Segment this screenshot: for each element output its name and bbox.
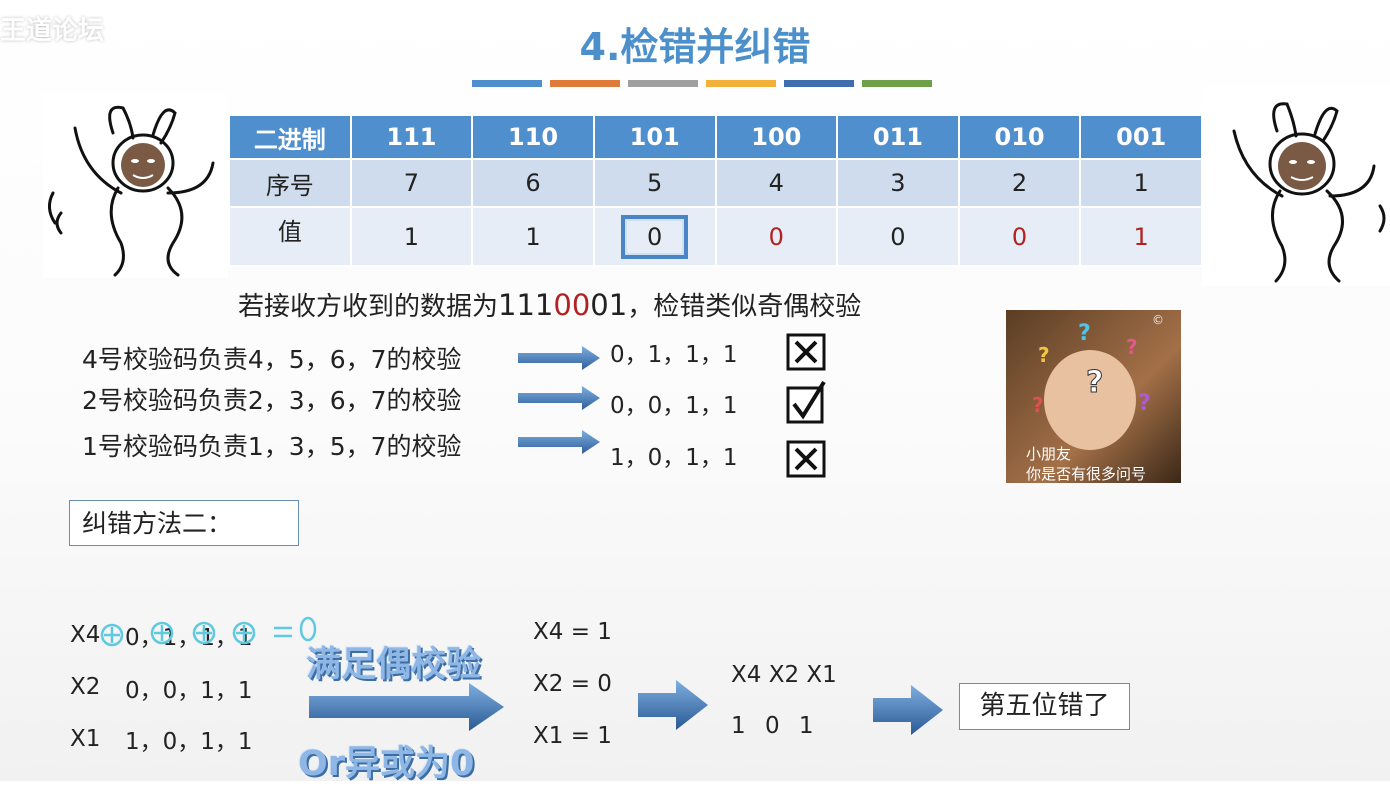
handwritten-xor-annotation-icon	[100, 616, 317, 647]
table-cell: 1	[349, 206, 474, 267]
method-label-box: 纠错方法二：	[69, 500, 299, 546]
check-box-icon	[786, 380, 826, 424]
color-bar-4	[706, 80, 776, 87]
arrow-right-icon	[638, 680, 708, 730]
arrow-right-icon	[518, 430, 600, 454]
xor-row-label: X2	[70, 674, 101, 700]
check-result-2: 0，0，1，1	[610, 393, 738, 419]
color-bar-3	[628, 80, 698, 87]
svg-text:?: ?	[1078, 321, 1091, 346]
slide-title: 4.检错并纠错	[579, 25, 811, 69]
equation-x2: X2 = 0	[533, 671, 612, 697]
row-label: 二进制	[228, 114, 352, 160]
table-cell: 0	[836, 206, 960, 267]
bunny-meme-right	[1202, 86, 1390, 286]
table-cell: 0	[957, 206, 1082, 267]
question-kid-meme: ? ? ? ? ? ? © 小朋友 你是否有很多问号	[1006, 310, 1181, 483]
table-cell: 7	[349, 158, 474, 208]
syndrome-header: X4 X2 X1	[731, 662, 837, 688]
bunny-meme-left	[43, 93, 228, 278]
table-row-binary: 二进制 111 110 101 100 011 010 001	[228, 114, 1203, 160]
check-result-1: 1，0，1，1	[610, 445, 738, 471]
table-cell: 1	[1079, 158, 1203, 208]
kid-caption: 你是否有很多问号	[1026, 465, 1147, 483]
table-cell: 011	[836, 114, 960, 160]
table-cell: 6	[471, 158, 595, 208]
table-cell: 101	[592, 114, 717, 160]
svg-text:?: ?	[1126, 335, 1138, 359]
table-cell: 1	[1079, 206, 1203, 267]
bunny-meme-icon	[1232, 102, 1386, 283]
bunny-meme-icon	[48, 105, 215, 277]
color-bar-2	[550, 80, 620, 87]
check-row-4: 4号校验码负责4，5，6，7的校验	[82, 345, 462, 374]
table-cell: 010	[957, 114, 1082, 160]
cross-box-icon	[786, 440, 826, 478]
table-cell: 100	[714, 114, 839, 160]
svg-text:?: ?	[1032, 393, 1044, 417]
table-cell: 1	[471, 206, 595, 267]
result-box: 第五位错了	[959, 683, 1130, 730]
even-parity-banner: 满足偶校验	[306, 645, 482, 685]
table-cell: 4	[714, 158, 839, 208]
arrow-right-icon	[873, 685, 943, 735]
table-cell: 5	[592, 158, 717, 208]
color-bar-1	[472, 80, 542, 87]
svg-text:?: ?	[1038, 343, 1050, 367]
svg-text:©: ©	[1152, 313, 1164, 327]
table-row-values: 值 1 1 0 0 0 0 1	[228, 206, 1203, 267]
arrow-right-icon	[518, 386, 600, 410]
cross-box-icon	[786, 333, 826, 371]
received-data-line: 若接收方收到的数据为1110001，检错类似奇偶校验	[238, 288, 862, 322]
error-bit-highlight: 0	[621, 214, 689, 259]
xor-row-label: X1	[70, 726, 101, 752]
syndrome-values: 1 0 1	[731, 713, 814, 739]
check-result-4: 0，1，1，1	[610, 342, 738, 368]
kid-caption: 小朋友	[1026, 445, 1072, 463]
svg-text:?: ?	[1138, 391, 1151, 416]
table-cell: 0	[714, 206, 839, 267]
check-row-2: 2号校验码负责2，3，6，7的校验	[82, 386, 462, 415]
table-cell: 111	[349, 114, 474, 160]
arrow-right-icon	[518, 346, 600, 370]
table-cell: 2	[957, 158, 1082, 208]
equation-x1: X1 = 1	[533, 723, 612, 749]
table-cell: 001	[1079, 114, 1203, 160]
row-label: 序号	[228, 158, 352, 208]
xor-zero-banner: Or异或为0	[298, 744, 475, 784]
table-cell-highlighted: 0	[592, 206, 717, 267]
xor-row-values: 0，0，1，1	[125, 678, 253, 704]
row-label: 值	[228, 206, 352, 267]
table-cell: 110	[471, 114, 595, 160]
xor-row-values: 1，0，1，1	[125, 729, 253, 755]
svg-text:?: ?	[1086, 365, 1103, 400]
color-bar-5	[784, 80, 854, 87]
color-bar-6	[862, 80, 932, 87]
equation-x4: X4 = 1	[533, 619, 612, 645]
big-arrow-right-icon	[309, 683, 504, 731]
hamming-bit-table: 二进制 111 110 101 100 011 010 001 序号 7 6 5…	[228, 114, 1203, 267]
table-row-index: 序号 7 6 5 4 3 2 1	[228, 158, 1203, 208]
color-bars	[472, 80, 932, 87]
check-row-1: 1号校验码负责1，3，5，7的校验	[82, 432, 462, 461]
table-cell: 3	[836, 158, 960, 208]
